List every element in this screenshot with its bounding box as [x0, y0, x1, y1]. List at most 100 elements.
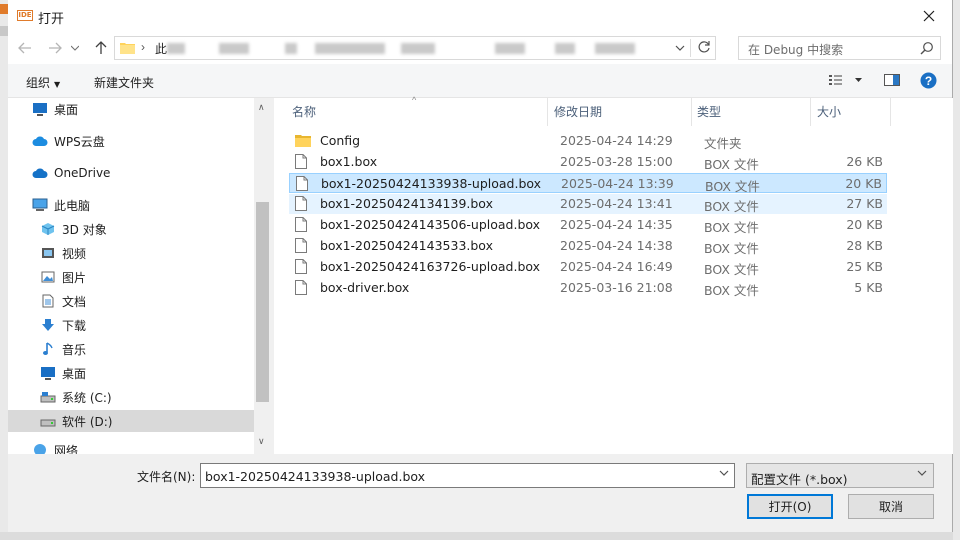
music-icon	[40, 341, 56, 357]
sidebar-item-this-pc[interactable]: 此电脑	[32, 194, 90, 216]
sidebar-item-network[interactable]: 网络	[32, 442, 78, 454]
view-list-icon	[829, 75, 862, 85]
organize-label: 组织	[26, 76, 51, 90]
redacted-path	[219, 43, 249, 54]
view-options-button[interactable]	[828, 73, 864, 90]
file-name: box-driver.box	[320, 280, 410, 295]
chevron-down-icon	[71, 45, 79, 51]
help-button[interactable]: ?	[920, 72, 937, 92]
folder-icon	[295, 135, 311, 147]
sidebar-item-label: 视频	[62, 246, 87, 261]
column-header-type[interactable]: 类型	[697, 103, 721, 120]
background-marker	[0, 26, 8, 36]
sidebar-scrollbar[interactable]: ∧ ∨	[254, 98, 271, 454]
forward-button[interactable]	[44, 38, 66, 58]
column-header-name[interactable]: 名称	[292, 103, 316, 120]
file-date: 2025-04-24 13:39	[561, 176, 674, 191]
file-size: 28 KB	[846, 238, 883, 253]
column-divider[interactable]	[810, 98, 811, 126]
file-type-filter[interactable]: 配置文件 (*.box)	[746, 463, 934, 488]
sidebar-item-drive-c[interactable]: 系统 (C:)	[40, 386, 112, 408]
navigation-pane: 桌面 WPS云盘 OneDrive 此电脑 3D 对象 视频 图片 文档 下载 …	[8, 98, 271, 454]
sidebar-item-documents[interactable]: 文档	[40, 290, 86, 312]
download-icon	[40, 317, 56, 333]
file-row[interactable]: Config 2025-04-24 14:29 文件夹	[289, 131, 887, 151]
preview-pane-button[interactable]	[884, 73, 900, 90]
chevron-down-icon[interactable]	[719, 470, 729, 477]
sidebar-item-videos[interactable]: 视频	[40, 242, 86, 264]
sidebar-item-label: 文档	[62, 294, 87, 309]
desktop-icon	[40, 365, 56, 381]
open-file-dialog: IDE 打开 › 此 在 Debug 中搜索 组织 ▼ 新建文件夹 ? 桌面 W…	[8, 0, 953, 532]
open-button[interactable]: 打开(O)	[747, 494, 833, 519]
sidebar-item-label: 图片	[62, 270, 87, 285]
sidebar-item-music[interactable]: 音乐	[40, 338, 86, 360]
filename-input[interactable]: box1-20250424133938-upload.box	[200, 463, 735, 488]
refresh-button[interactable]	[697, 40, 711, 57]
column-header-date[interactable]: 修改日期	[554, 103, 602, 120]
sidebar-item-wps-cloud[interactable]: WPS云盘	[32, 130, 105, 152]
sidebar-item-label: OneDrive	[54, 166, 111, 180]
recent-locations-button[interactable]	[68, 38, 82, 58]
file-type: BOX 文件	[704, 241, 759, 256]
scroll-up-icon[interactable]: ∧	[258, 102, 265, 113]
computer-icon	[32, 197, 48, 213]
sidebar-item-drive-d[interactable]: 软件 (D:)	[8, 410, 254, 432]
sidebar-item-3d-objects[interactable]: 3D 对象	[40, 218, 107, 240]
address-dropdown-button[interactable]	[675, 41, 685, 55]
file-icon	[295, 154, 307, 169]
cube-icon	[40, 221, 56, 237]
sidebar-item-label: 3D 对象	[62, 222, 107, 237]
sidebar-item-desktop[interactable]: 桌面	[32, 98, 78, 120]
scrollbar-thumb[interactable]	[256, 202, 269, 402]
back-button[interactable]	[14, 38, 36, 58]
drive-icon	[40, 413, 56, 429]
new-folder-button[interactable]: 新建文件夹	[94, 74, 154, 91]
caret-down-icon: ▼	[54, 80, 61, 89]
file-row[interactable]: box1-20250424143506-upload.box 2025-04-2…	[289, 215, 887, 235]
scroll-down-icon[interactable]: ∨	[258, 436, 265, 447]
file-date: 2025-04-24 13:41	[560, 196, 673, 211]
redacted-path	[401, 43, 435, 54]
background-window-strip	[0, 0, 8, 540]
file-row[interactable]: box1-20250424143533.box 2025-04-24 14:38…	[289, 236, 887, 256]
file-date: 2025-03-16 21:08	[560, 280, 673, 295]
address-bar[interactable]: › 此	[114, 36, 716, 60]
organize-button[interactable]: 组织 ▼	[26, 74, 60, 91]
file-size: 26 KB	[846, 154, 883, 169]
file-row-selected[interactable]: box1-20250424133938-upload.box 2025-04-2…	[289, 173, 887, 194]
column-divider[interactable]	[547, 98, 548, 126]
search-box[interactable]: 在 Debug 中搜索	[738, 36, 941, 60]
arrow-up-icon	[95, 41, 107, 54]
column-header-size[interactable]: 大小	[817, 103, 841, 120]
file-row-hover[interactable]: box1-20250424134139.box 2025-04-24 13:41…	[289, 194, 887, 214]
cancel-button[interactable]: 取消	[848, 494, 934, 519]
sidebar-item-onedrive[interactable]: OneDrive	[32, 162, 110, 184]
sidebar-item-desktop-2[interactable]: 桌面	[40, 362, 86, 384]
up-button[interactable]	[90, 38, 112, 58]
arrow-right-icon	[49, 42, 62, 54]
file-type: BOX 文件	[705, 179, 760, 194]
close-button[interactable]	[906, 0, 952, 32]
file-row[interactable]: box-driver.box 2025-03-16 21:08 BOX 文件 5…	[289, 278, 887, 298]
redacted-path	[315, 43, 385, 54]
sidebar-item-pictures[interactable]: 图片	[40, 266, 86, 288]
svg-text:?: ?	[925, 74, 932, 88]
sidebar-item-label: 下载	[62, 318, 87, 333]
column-header-label: 修改日期	[554, 105, 603, 119]
file-icon	[295, 280, 307, 295]
column-divider[interactable]	[691, 98, 692, 126]
sidebar-item-label: 桌面	[54, 102, 79, 117]
sidebar-item-label: 系统 (C:)	[62, 390, 112, 405]
column-header-label: 名称	[292, 105, 317, 119]
file-name: box1-20250424143533.box	[320, 238, 493, 253]
column-divider[interactable]	[890, 98, 891, 126]
background-marker	[0, 4, 8, 14]
file-row[interactable]: box1-20250424163726-upload.box 2025-04-2…	[289, 257, 887, 277]
close-icon	[923, 10, 935, 22]
file-row[interactable]: box1.box 2025-03-28 15:00 BOX 文件 26 KB	[289, 152, 887, 172]
file-type: 文件夹	[704, 136, 742, 151]
network-icon	[32, 442, 48, 454]
redacted-path	[595, 43, 635, 54]
sidebar-item-downloads[interactable]: 下载	[40, 314, 86, 336]
